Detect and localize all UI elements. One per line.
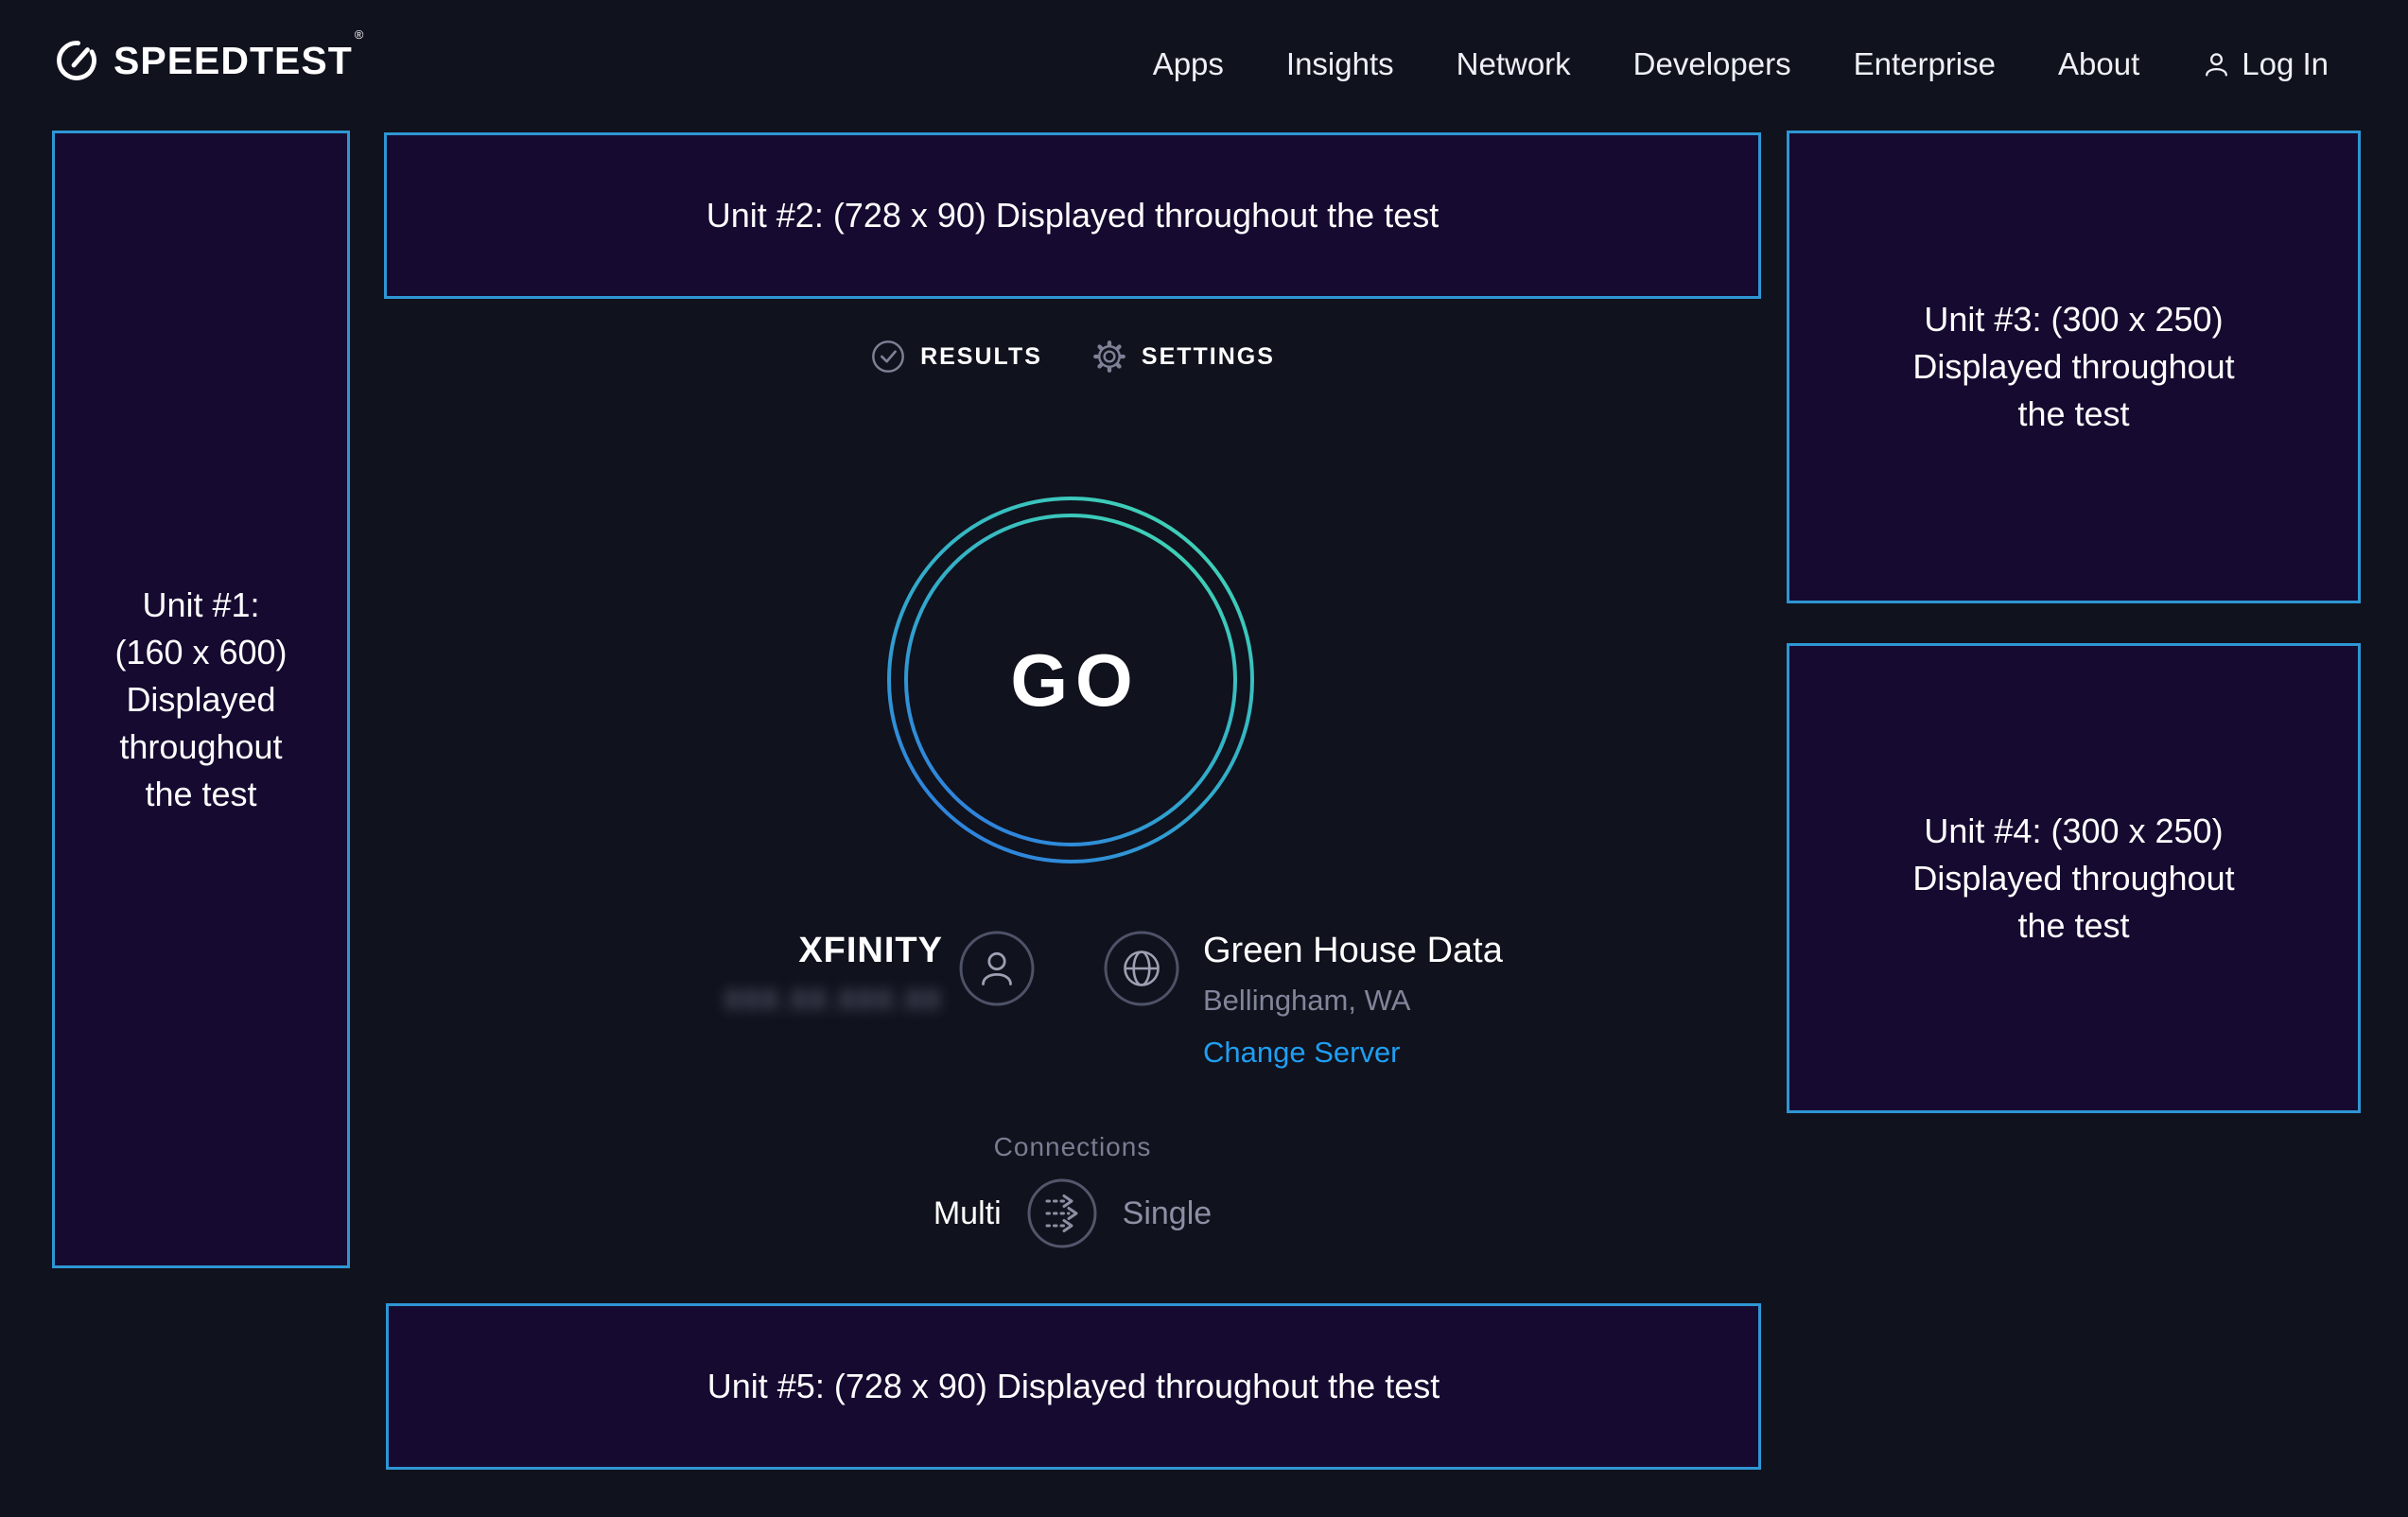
login-label: Log In <box>2242 46 2329 82</box>
ad-unit-4[interactable]: Unit #4: (300 x 250) Displayed throughou… <box>1787 643 2361 1113</box>
isp-info: XFINITY 888.88.888.88 <box>724 931 943 1017</box>
ad-unit-5-text: Unit #5: (728 x 90) Displayed throughout… <box>707 1363 1440 1410</box>
server-info: Green House Data Bellingham, WA Change S… <box>1203 931 1503 1070</box>
trademark-symbol: ® <box>355 27 365 42</box>
results-settings-tabs: RESULTS SETTINGS <box>384 339 1761 375</box>
connections-label: Connections <box>384 1132 1761 1162</box>
connections-single-option[interactable]: Single <box>1123 1195 1213 1232</box>
server-location: Bellingham, WA <box>1203 984 1503 1018</box>
person-icon <box>958 930 1036 1007</box>
connections-multi-option[interactable]: Multi <box>934 1195 1002 1232</box>
ad-unit-1-text: Unit #1: (160 x 600) Displayed throughou… <box>114 582 287 818</box>
nav-item-developers[interactable]: Developers <box>1633 46 1791 82</box>
go-label: GO <box>886 496 1255 864</box>
nav-item-insights[interactable]: Insights <box>1286 46 1394 82</box>
connections-toggle-row: Multi Single <box>384 1177 1761 1249</box>
ad-unit-2[interactable]: Unit #2: (728 x 90) Displayed throughout… <box>384 132 1761 299</box>
ad-unit-2-text: Unit #2: (728 x 90) Displayed throughout… <box>707 192 1439 239</box>
isp-name: XFINITY <box>724 931 943 971</box>
nav-item-network[interactable]: Network <box>1457 46 1571 82</box>
go-button[interactable]: GO <box>886 496 1255 864</box>
check-circle-icon <box>870 339 906 375</box>
globe-icon <box>1103 930 1180 1007</box>
speedtest-logo[interactable]: SPEEDTEST® <box>54 38 362 83</box>
tab-settings[interactable]: SETTINGS <box>1091 339 1275 375</box>
settings-label: SETTINGS <box>1142 343 1275 371</box>
speedtest-page: SPEEDTEST® Apps Insights Network Develop… <box>0 0 2408 1517</box>
change-server-link[interactable]: Change Server <box>1203 1036 1503 1070</box>
results-label: RESULTS <box>920 343 1042 371</box>
isp-masked-ip: 888.88.888.88 <box>724 985 943 1017</box>
server-name: Green House Data <box>1203 931 1503 971</box>
isp-badge <box>958 930 1036 1007</box>
ad-unit-4-text: Unit #4: (300 x 250) Displayed throughou… <box>1912 808 2234 950</box>
gear-icon <box>1091 339 1127 375</box>
top-nav: Apps Insights Network Developers Enterpr… <box>1153 40 2329 89</box>
tab-results[interactable]: RESULTS <box>870 339 1042 375</box>
nav-item-about[interactable]: About <box>2058 46 2139 82</box>
ad-unit-5[interactable]: Unit #5: (728 x 90) Displayed throughout… <box>386 1303 1761 1470</box>
ad-unit-3[interactable]: Unit #3: (300 x 250) Displayed throughou… <box>1787 131 2361 603</box>
connections-toggle[interactable] <box>1026 1177 1098 1249</box>
nav-item-enterprise[interactable]: Enterprise <box>1854 46 1996 82</box>
multi-connections-icon <box>1026 1177 1098 1249</box>
gauge-icon <box>54 38 99 83</box>
logo-text: SPEEDTEST® <box>113 39 362 83</box>
ad-unit-1[interactable]: Unit #1: (160 x 600) Displayed throughou… <box>52 131 350 1268</box>
user-icon <box>2202 50 2231 79</box>
nav-item-apps[interactable]: Apps <box>1153 46 1224 82</box>
server-badge <box>1103 930 1180 1007</box>
ad-unit-3-text: Unit #3: (300 x 250) Displayed throughou… <box>1912 296 2234 438</box>
login-button[interactable]: Log In <box>2202 46 2329 82</box>
